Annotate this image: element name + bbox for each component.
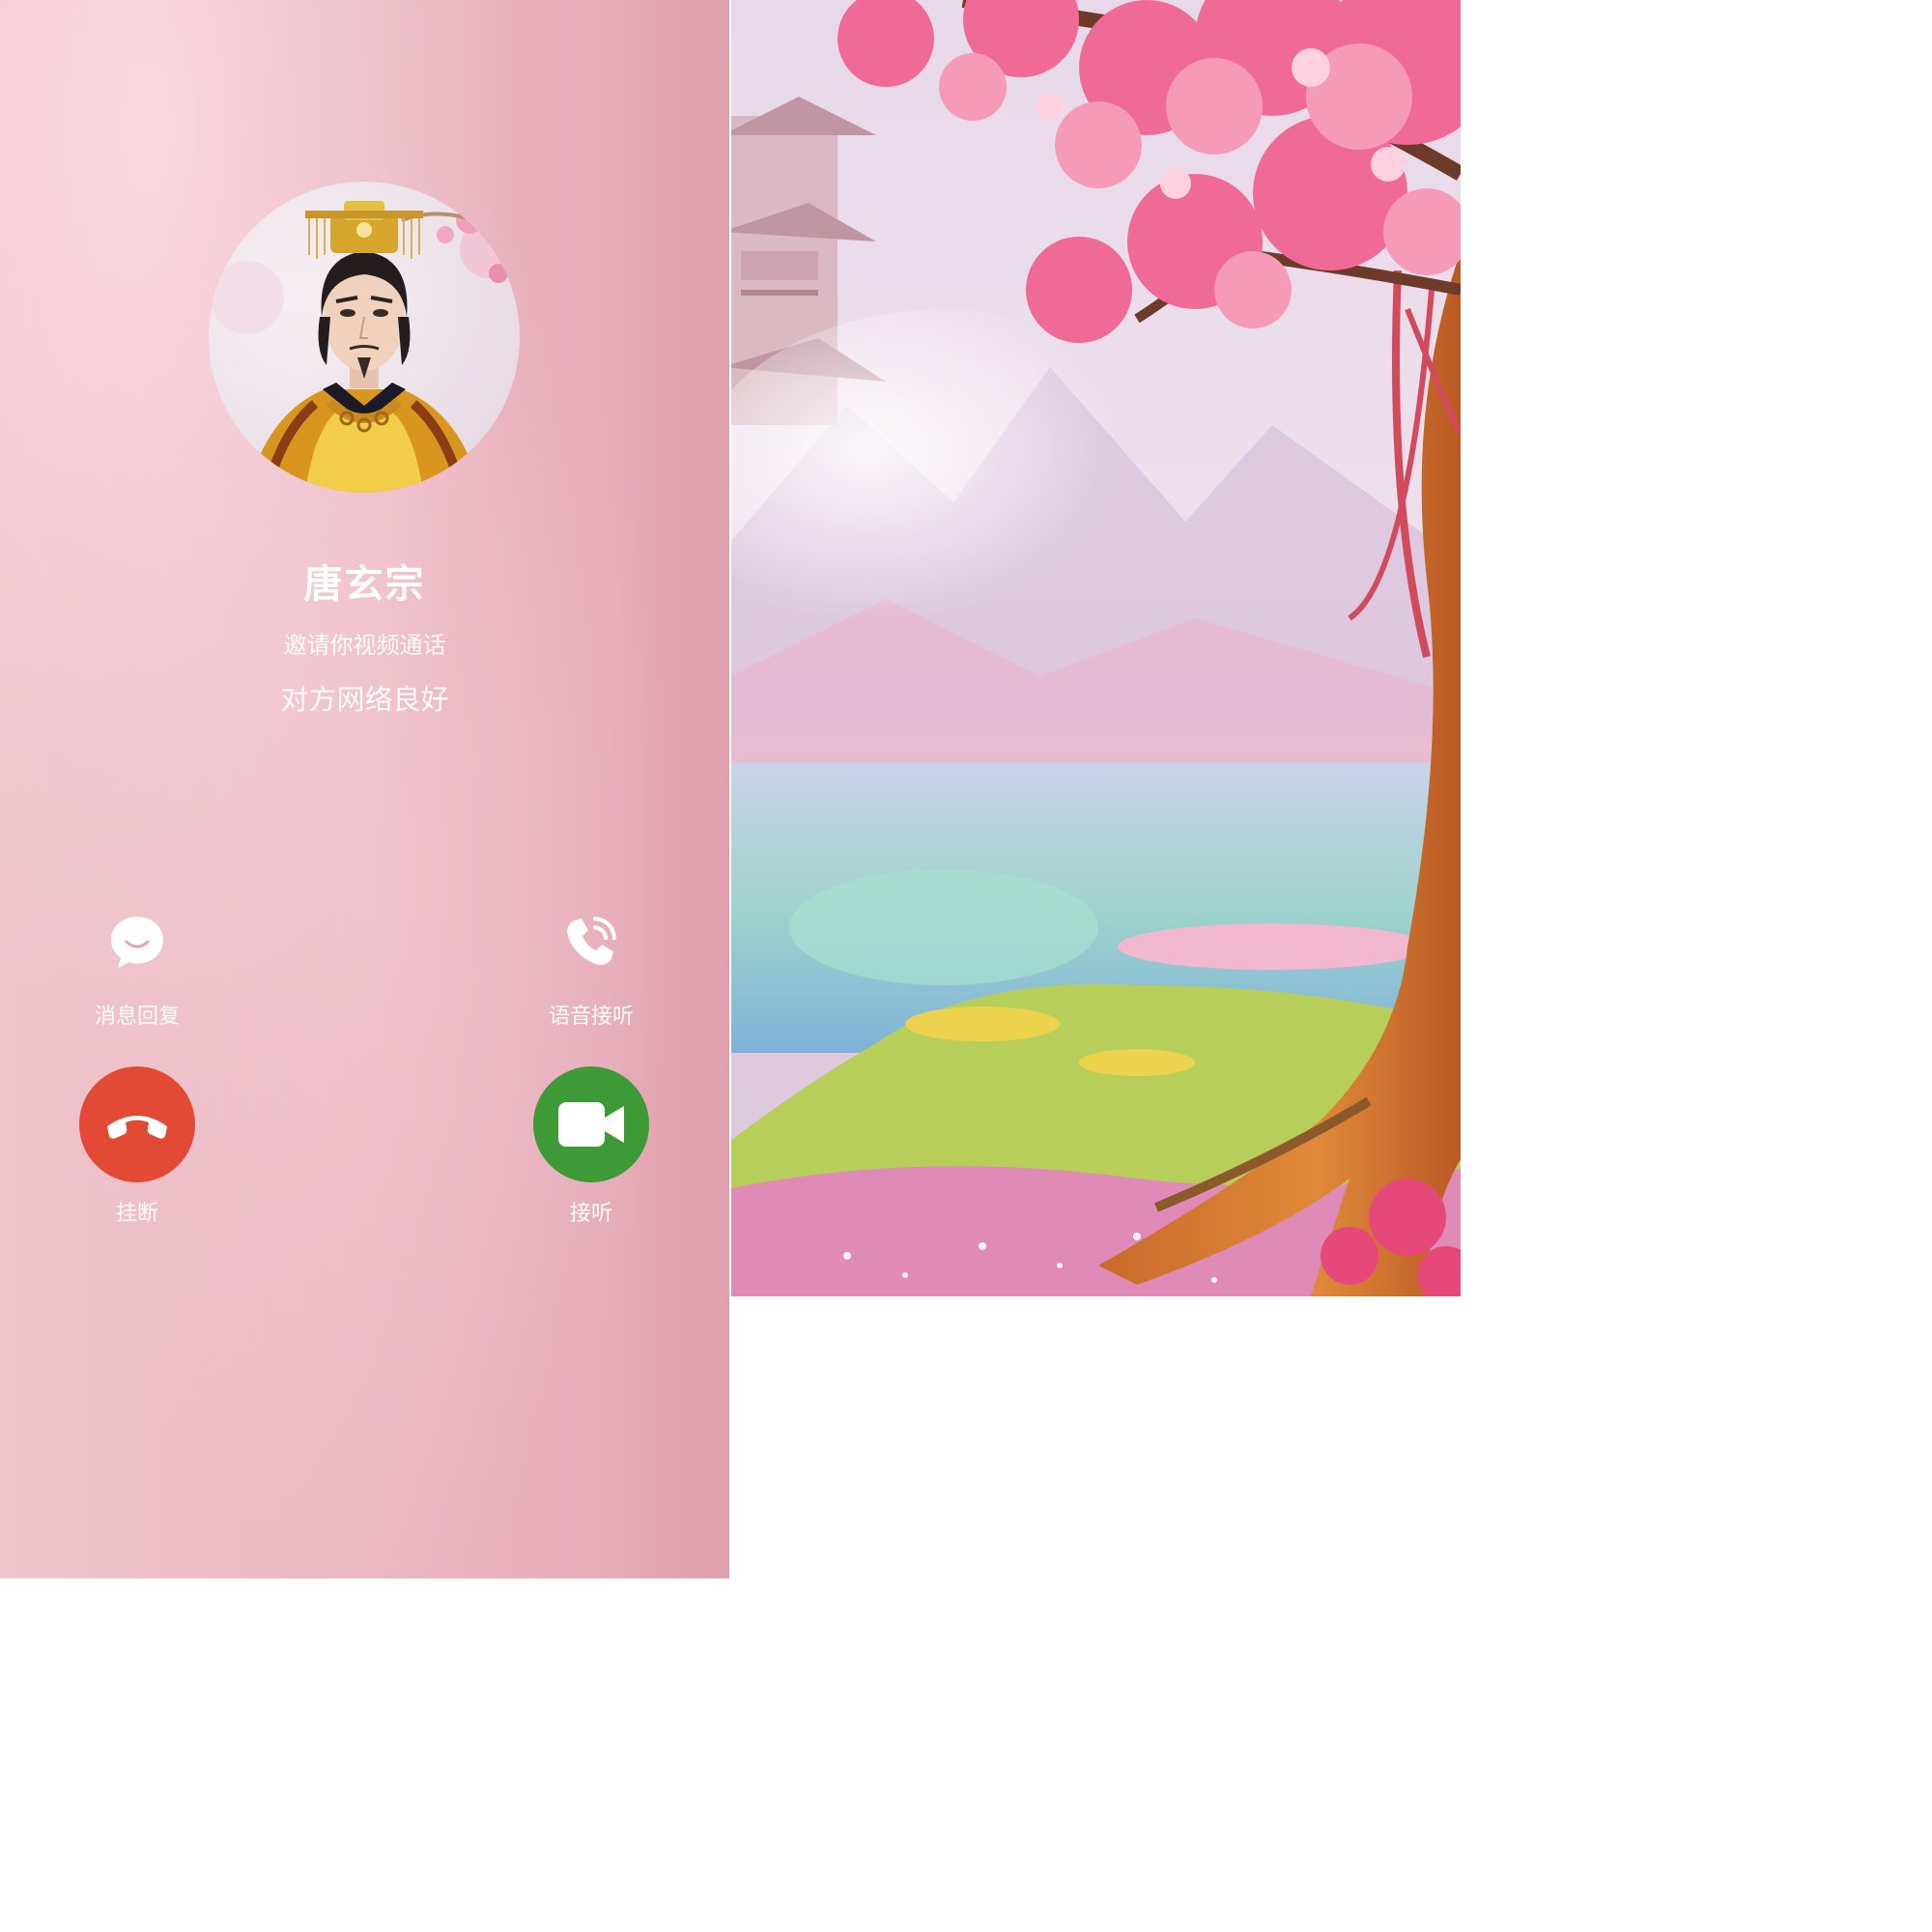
scenery-image	[731, 0, 1461, 1296]
incoming-call-screen: 唐玄宗 邀请你视频通话 对方网络良好 消息回复 语音接听 挂断 接听	[0, 0, 729, 1578]
hangup-circle[interactable]	[79, 1066, 195, 1182]
network-status-text: 对方网络良好	[280, 683, 449, 716]
caller-avatar	[209, 182, 520, 493]
cherry-blossom-scenery	[731, 0, 1461, 1296]
answer-circle[interactable]	[533, 1066, 649, 1182]
answer-label: 接听	[569, 1202, 612, 1226]
answer-button[interactable]: 接听	[495, 1066, 688, 1227]
background-shade	[613, 0, 729, 1578]
stage: 唐玄宗 邀请你视频通话 对方网络良好 消息回复 语音接听 挂断 接听	[0, 0, 1932, 1932]
voice-answer-label: 语音接听	[548, 1005, 634, 1029]
message-reply-label: 消息回复	[94, 1005, 180, 1029]
message-reply-button[interactable]: 消息回复	[41, 912, 234, 1030]
phone-ringing-icon	[561, 912, 621, 972]
hangup-button[interactable]: 挂断	[41, 1066, 234, 1227]
call-invitation-text: 邀请你视频通话	[283, 632, 446, 659]
phone-hangup-icon	[107, 1116, 167, 1139]
hangup-label: 挂断	[115, 1202, 158, 1226]
chat-bubble-icon	[107, 912, 167, 972]
emperor-portrait	[211, 201, 520, 493]
voice-answer-button[interactable]: 语音接听	[495, 912, 688, 1030]
caller-name: 唐玄宗	[303, 562, 426, 607]
video-camera-icon	[558, 1102, 624, 1147]
